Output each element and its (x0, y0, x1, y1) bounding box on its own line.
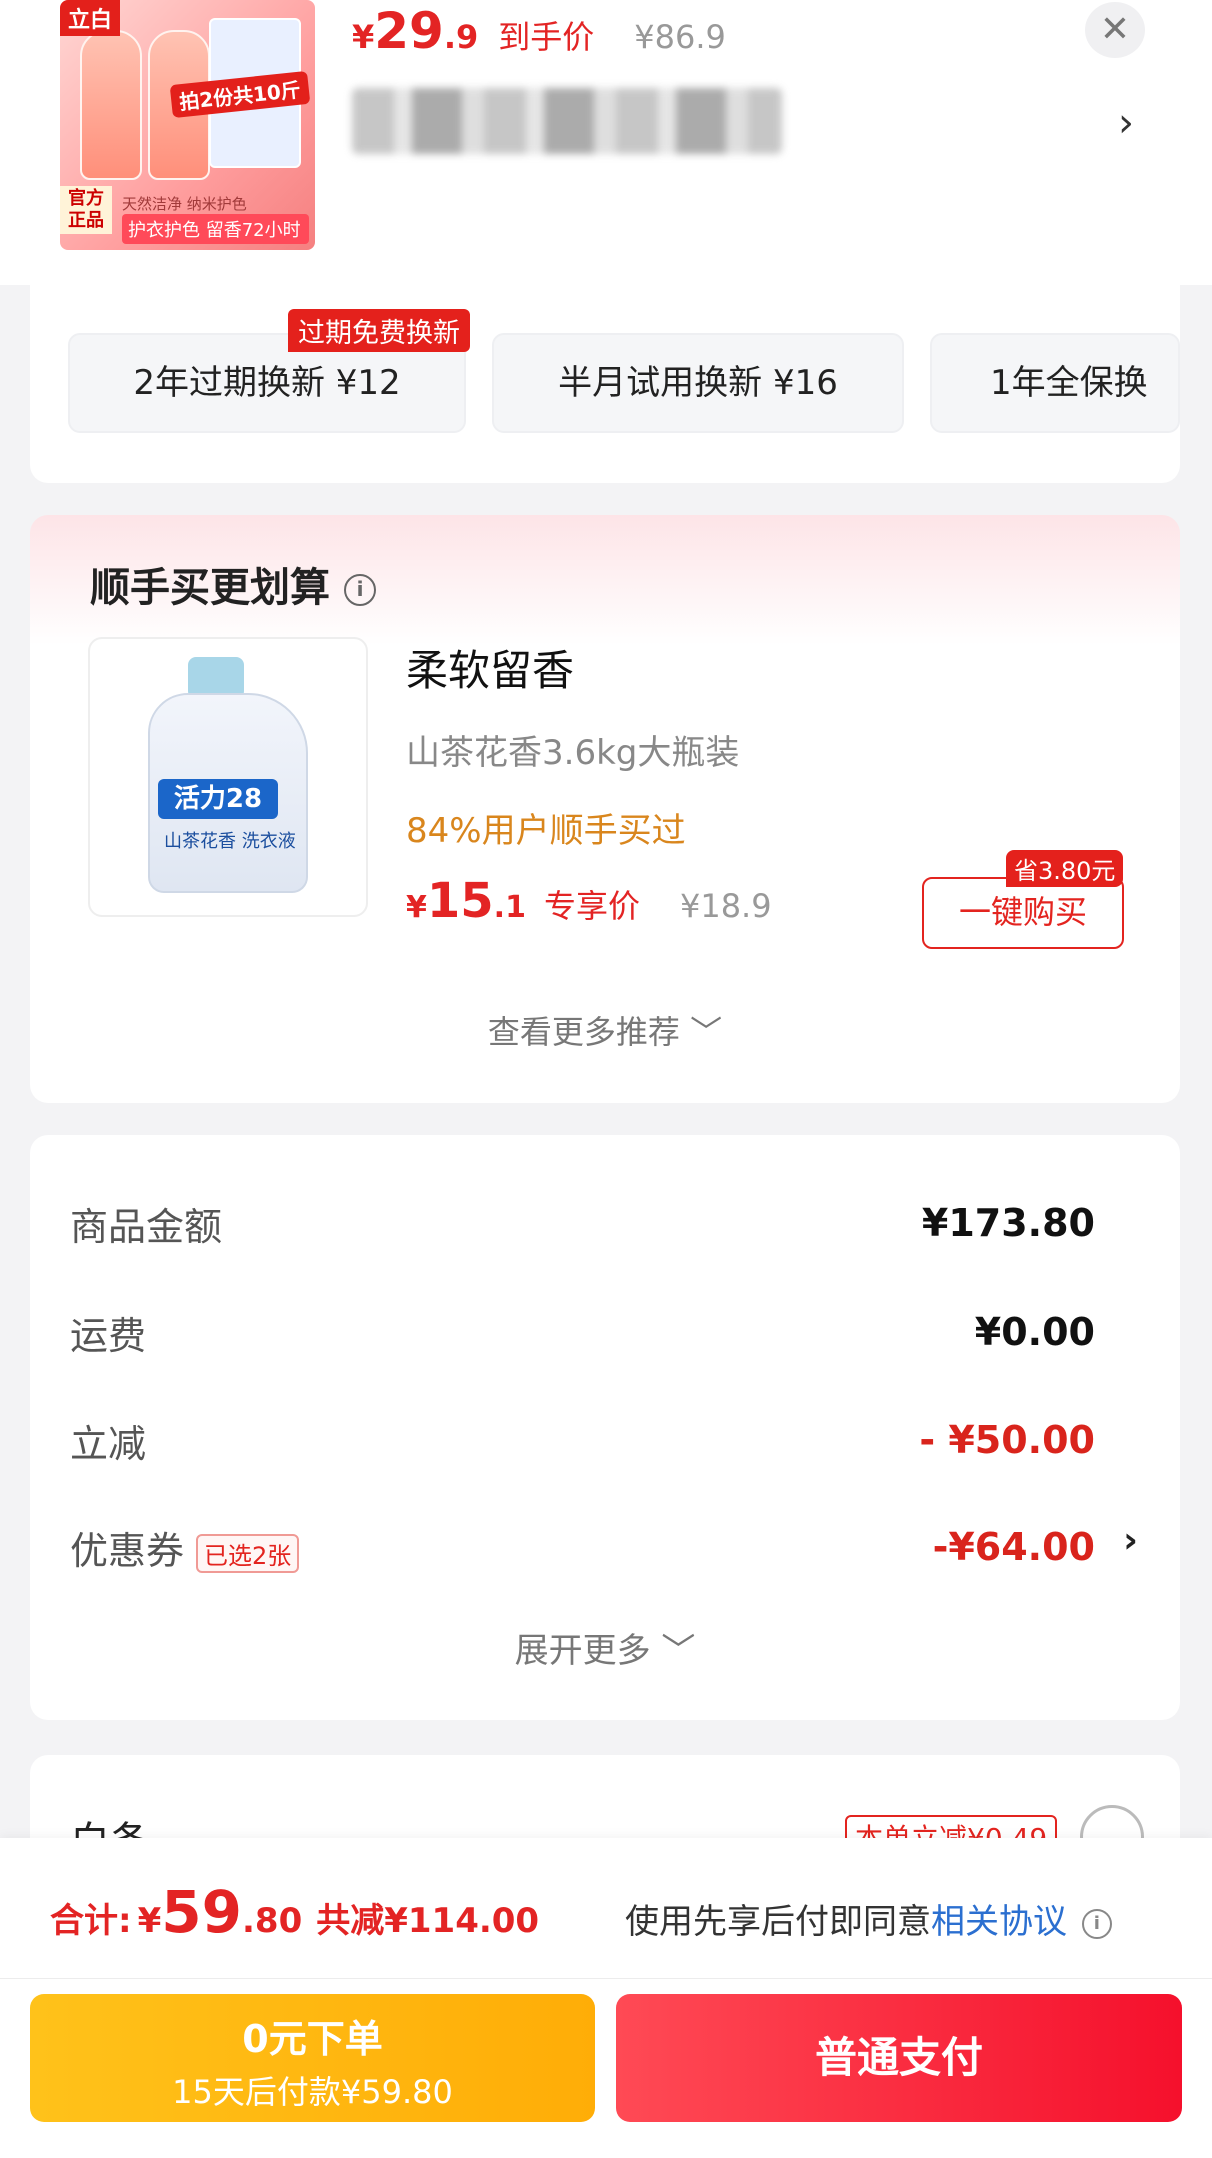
save-badge: 省3.80元 (1006, 850, 1124, 887)
price-label: 到手价 (498, 18, 595, 56)
addon-title-text: 顺手买更划算 (90, 565, 330, 611)
expand-more-link[interactable]: 展开更多 ﹀ (30, 1623, 1180, 1672)
summary-label: 优惠券 (70, 1528, 185, 1573)
agreement-text: 使用先享后付即同意相关协议 i (625, 1894, 1112, 1943)
total-line: 合计: ¥ 59 .80 共减¥114.00 (50, 1878, 539, 1946)
agreement-link[interactable]: 相关协议 (931, 1902, 1067, 1942)
addon-product-name: 柔软留香 (406, 646, 575, 695)
thumb-subtag-label: 天然洁净 纳米护色 (122, 195, 247, 213)
original-price: ¥86.9 (634, 18, 726, 56)
one-click-buy-button[interactable]: 一键购买 (922, 877, 1124, 949)
summary-value: ¥173.80 (921, 1201, 1095, 1245)
summary-row-subtotal: 商品金额 ¥173.80 (70, 1193, 1095, 1253)
price-decimal: .1 (493, 890, 526, 925)
pay-later-button[interactable]: 0元下单 15天后付款¥59.80 (30, 1994, 595, 2122)
agreement-prefix: 使用先享后付即同意 (625, 1902, 931, 1942)
summary-label: 运费 (70, 1313, 147, 1358)
original-price: ¥18.9 (679, 887, 772, 925)
coupon-count-tag: 已选2张 (196, 1533, 300, 1573)
pay-later-subtitle: 15天后付款¥59.80 (172, 2073, 453, 2111)
info-icon[interactable]: i (344, 574, 376, 606)
more-recommendations-label: 查看更多推荐 (487, 1013, 680, 1051)
bottle-illustration (80, 30, 142, 180)
product-thumbnail[interactable]: 立白 拍2份共10斤 天然洁净 纳米护色 官方正品 护衣护色 留香72小时 (60, 0, 315, 250)
price-integer: 15 (426, 873, 494, 929)
chevron-down-icon: ﹀ (661, 1631, 696, 1671)
addon-product-image[interactable]: 活力28 山茶花香 洗衣液 (88, 637, 368, 917)
summary-value: -¥64.00 (932, 1525, 1095, 1569)
price-decimal: .9 (443, 18, 479, 56)
thumb-brand-label: 立白 (60, 0, 121, 36)
summary-row-coupon[interactable]: 优惠券 已选2张 -¥64.00 (70, 1517, 1095, 1577)
total-currency: ¥ (137, 1901, 162, 1941)
price-integer: 29 (374, 2, 444, 60)
price-label: 专享价 (543, 887, 640, 925)
warranty-card: 2年过期换新 ¥12 半月试用换新 ¥16 1年全保换 过期免费换新 (30, 285, 1180, 483)
info-icon[interactable]: i (1081, 1908, 1112, 1939)
warranty-badge: 过期免费换新 (288, 309, 470, 352)
close-icon: ✕ (1099, 9, 1131, 50)
checkout-bar: 合计: ¥ 59 .80 共减¥114.00 使用先享后付即同意相关协议 i 0… (0, 1838, 1212, 2158)
close-button[interactable]: ✕ (1085, 2, 1145, 58)
product-sub-label: 山茶花香 洗衣液 (164, 831, 296, 852)
chevron-down-icon: ﹀ (690, 1013, 723, 1051)
more-recommendations-link[interactable]: 查看更多推荐 ﹀ (30, 1007, 1180, 1053)
addon-product-desc: 山茶花香3.6kg大瓶装 (406, 733, 740, 773)
addon-card: 顺手买更划算 i 活力28 山茶花香 洗衣液 柔软留香 山茶花香3.6kg大瓶装 … (30, 515, 1180, 1103)
price-currency: ¥ (406, 890, 427, 925)
top-price-line: ¥ 29 .9 到手价 ¥86.9 (352, 2, 726, 60)
blurred-address (352, 88, 782, 154)
summary-row-shipping: 运费 ¥0.00 (70, 1302, 1095, 1362)
divider (0, 1978, 1212, 1979)
price-summary-card: 商品金额 ¥173.80 运费 ¥0.00 立减 - ¥50.00 优惠券 已选2… (30, 1135, 1180, 1720)
addon-social-proof: 84%用户顺手买过 (406, 811, 686, 851)
summary-label: 立减 (70, 1421, 147, 1466)
normal-pay-button[interactable]: 普通支付 (616, 1994, 1182, 2122)
total-decimal: .80 (242, 1901, 303, 1941)
summary-value: - ¥50.00 (919, 1418, 1095, 1462)
summary-value: ¥0.00 (974, 1310, 1095, 1354)
addon-price-line: ¥ 15 .1 专享价 ¥18.9 (406, 873, 772, 929)
pay-later-title: 0元下单 (242, 2017, 383, 2061)
thumb-tag-label: 护衣护色 留香72小时 (122, 214, 309, 244)
summary-row-discount: 立减 - ¥50.00 (70, 1410, 1095, 1470)
expand-more-label: 展开更多 (514, 1631, 651, 1671)
total-integer: 59 (161, 1878, 242, 1946)
summary-label: 商品金额 (70, 1204, 223, 1249)
price-currency: ¥ (352, 18, 375, 56)
warranty-option-halfmonth[interactable]: 半月试用换新 ¥16 (492, 333, 904, 433)
summary-label-wrap: 优惠券 已选2张 (70, 1520, 300, 1575)
chevron-right-icon[interactable]: › (1123, 1520, 1138, 1561)
addon-title: 顺手买更划算 i (90, 555, 376, 613)
total-saved: 共减¥114.00 (316, 1901, 540, 1941)
chevron-right-icon[interactable]: › (1118, 100, 1134, 146)
thumb-official-label: 官方正品 (60, 186, 112, 234)
total-label: 合计: (50, 1901, 132, 1941)
top-product-strip: 立白 拍2份共10斤 天然洁净 纳米护色 官方正品 护衣护色 留香72小时 ¥ … (0, 0, 1212, 285)
product-brand-label: 活力28 (158, 779, 278, 819)
warranty-option-1yr[interactable]: 1年全保换 (930, 333, 1180, 433)
